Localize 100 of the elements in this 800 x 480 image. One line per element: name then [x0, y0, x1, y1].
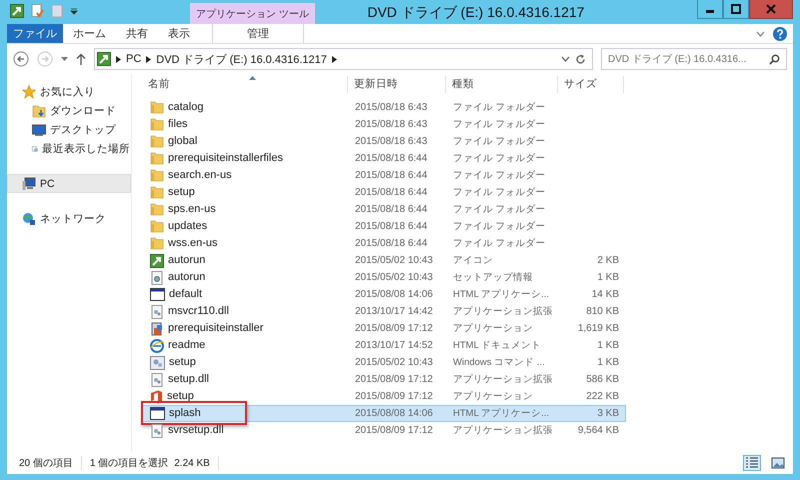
- file-name: prerequisiteinstallerfiles: [168, 151, 283, 166]
- sidebar-item[interactable]: PC: [7, 174, 131, 193]
- star-icon: [22, 84, 36, 98]
- properties-icon[interactable]: [31, 4, 44, 18]
- size-cell: 1,619 KB: [578, 323, 619, 334]
- help-icon[interactable]: [773, 26, 787, 40]
- thumbnail-view-button[interactable]: [769, 455, 787, 471]
- file-row[interactable]: setup 2015/08/09 17:12 アプリケーション 222 KB: [142, 388, 626, 405]
- file-row[interactable]: msvcr110.dll 2013/10/17 14:42 アプリケーション拡張 810 KB: [142, 303, 626, 320]
- file-row[interactable]: sps.en-us 2015/08/18 6:44 ファイル フォルダー: [142, 201, 626, 218]
- size-cell: 222 KB: [586, 391, 619, 402]
- type-cell-text: ファイル フォルダー: [452, 220, 547, 234]
- address-bar[interactable]: PC DVD ドライブ (E:) 16.0.4316.1217: [94, 48, 593, 70]
- type-cell-text: HTML アプリケーシ...: [452, 288, 550, 302]
- date-cell-text: 2015/08/18 6:43: [354, 118, 428, 132]
- chevron-right-icon[interactable]: [332, 56, 337, 62]
- file-name: files: [168, 117, 188, 132]
- date-cell-text: 2015/08/09 17:12: [354, 424, 434, 438]
- file-row[interactable]: autorun 2015/05/02 10:43 アイコン 2 KB: [142, 252, 626, 269]
- file-row[interactable]: search.en-us 2015/08/18 6:44 ファイル フォルダー: [142, 167, 626, 184]
- folder-icon: [150, 118, 164, 131]
- size-cell: 14 KB: [592, 289, 619, 300]
- file-row[interactable]: prerequisiteinstaller 2015/08/09 17:12 アプリケーション 1,619 KB: [142, 320, 626, 337]
- file-name: search.en-us: [168, 168, 232, 183]
- back-icon[interactable]: [13, 51, 29, 67]
- chevron-right-icon[interactable]: [146, 56, 152, 62]
- search-field[interactable]: DVD ドライブ (E:) 16.0.4316...: [601, 48, 787, 70]
- image-icon: [771, 457, 785, 469]
- chevron-down-icon[interactable]: [756, 30, 765, 36]
- type-cell-text: HTML ドキュメント: [452, 339, 542, 353]
- sidebar-item[interactable]: お気に入り: [7, 82, 131, 101]
- file-row[interactable]: files 2015/08/18 6:43 ファイル フォルダー: [142, 116, 626, 133]
- breadcrumb[interactable]: DVD ドライブ (E:) 16.0.4316.1217: [156, 52, 327, 66]
- date-cell-text: 2013/10/17 14:52: [354, 339, 434, 353]
- close-button[interactable]: [748, 0, 793, 19]
- file-row[interactable]: catalog 2015/08/18 6:43 ファイル フォルダー: [142, 99, 626, 116]
- file-row[interactable]: svrsetup.dll 2015/08/09 17:12 アプリケーション拡張 9,564 KB: [142, 422, 626, 439]
- file-name: svrsetup.dll: [168, 423, 224, 438]
- download-folder-icon: [32, 104, 46, 118]
- type-cell-text: ファイル フォルダー: [452, 169, 547, 183]
- file-name: sps.en-us: [168, 202, 216, 217]
- date-cell-text: 2015/08/09 17:12: [354, 322, 434, 336]
- date-cell-text: 2015/08/18 6:44: [354, 203, 428, 217]
- file-row[interactable]: default 2015/08/08 14:06 HTML アプリケーシ... 14 KB: [142, 286, 626, 303]
- file-row[interactable]: setup 2015/08/18 6:44 ファイル フォルダー: [142, 184, 626, 201]
- type-cell-text: アプリケーション拡張: [452, 305, 554, 319]
- size-cell: 810 KB: [586, 306, 619, 317]
- type-cell-text: アプリケーション: [452, 390, 534, 404]
- chevron-right-icon[interactable]: [116, 56, 121, 62]
- dropdown-icon[interactable]: [70, 7, 78, 15]
- file-name: setup.dll: [168, 372, 209, 387]
- type-cell-text: ファイル フォルダー: [452, 152, 547, 166]
- folder-icon: [150, 135, 164, 148]
- file-row[interactable]: readme 2013/10/17 14:52 HTML ドキュメント 1 KB: [142, 337, 626, 354]
- size-cell: 586 KB: [586, 374, 619, 385]
- size-cell: 1 KB: [597, 272, 619, 283]
- refresh-icon[interactable]: [575, 54, 586, 64]
- type-cell-text: ファイル フォルダー: [452, 186, 547, 200]
- folder-icon: [150, 101, 164, 114]
- breadcrumb[interactable]: PC: [126, 53, 142, 65]
- file-row[interactable]: prerequisiteinstallerfiles 2015/08/18 6:44 ファイル フォルダー: [142, 150, 626, 167]
- file-name: msvcr110.dll: [168, 304, 229, 319]
- date-cell-text: 2015/08/18 6:44: [354, 152, 428, 166]
- folder-icon: [150, 152, 164, 165]
- file-name: updates: [168, 219, 208, 234]
- dropdown-icon[interactable]: [61, 57, 68, 61]
- maximize-button[interactable]: [722, 0, 749, 19]
- maximize-icon: [730, 4, 741, 14]
- file-row[interactable]: updates 2015/08/18 6:44 ファイル フォルダー: [142, 218, 626, 235]
- date-cell-text: 2015/08/18 6:44: [354, 186, 428, 200]
- folder-icon: [150, 186, 164, 199]
- file-row[interactable]: wss.en-us 2015/08/18 6:44 ファイル フォルダー: [142, 235, 626, 252]
- type-cell-text: HTML アプリケーシ...: [452, 407, 550, 421]
- selection-info: 1 個の項目を選択: [90, 457, 168, 470]
- context-tab-header: アプリケーション ツール: [190, 3, 315, 24]
- ribbon-tab[interactable]: 管理: [212, 24, 304, 43]
- close-icon: [766, 4, 776, 14]
- web-page-icon: [150, 338, 164, 352]
- settings-file-icon: [150, 270, 164, 284]
- file-row[interactable]: setup.dll 2015/08/09 17:12 アプリケーション拡張 586 KB: [142, 371, 626, 388]
- type-cell-text: アプリケーション拡張: [452, 424, 554, 438]
- file-name: setup: [167, 389, 194, 404]
- sidebar-item[interactable]: ネットワーク: [7, 209, 131, 228]
- file-row[interactable]: setup 2015/05/02 10:43 Windows コマンド ... 1 KB: [142, 354, 626, 371]
- type-cell-text: アプリケーション拡張: [452, 373, 554, 387]
- sidebar-item[interactable]: デスクトップ: [7, 120, 131, 139]
- date-cell-text: 2015/05/02 10:43: [354, 271, 434, 285]
- up-arrow-icon[interactable]: [76, 53, 86, 65]
- file-row[interactable]: autorun 2015/05/02 10:43 セットアップ情報 1 KB: [142, 269, 626, 286]
- sidebar-item[interactable]: 最近表示した場所: [7, 139, 131, 158]
- minimize-button[interactable]: [696, 0, 723, 19]
- details-view-button[interactable]: [743, 455, 761, 471]
- size-cell: 2 KB: [597, 255, 619, 266]
- sidebar-item[interactable]: ダウンロード: [7, 101, 131, 120]
- file-row[interactable]: global 2015/08/18 6:43 ファイル フォルダー: [142, 133, 626, 150]
- date-cell-text: 2015/08/18 6:43: [354, 101, 428, 115]
- file-tab[interactable]: ファイル: [7, 24, 63, 43]
- file-name: splash: [169, 406, 201, 421]
- date-cell-text: 2015/05/02 10:43: [354, 356, 434, 370]
- chevron-down-icon[interactable]: [561, 56, 570, 62]
